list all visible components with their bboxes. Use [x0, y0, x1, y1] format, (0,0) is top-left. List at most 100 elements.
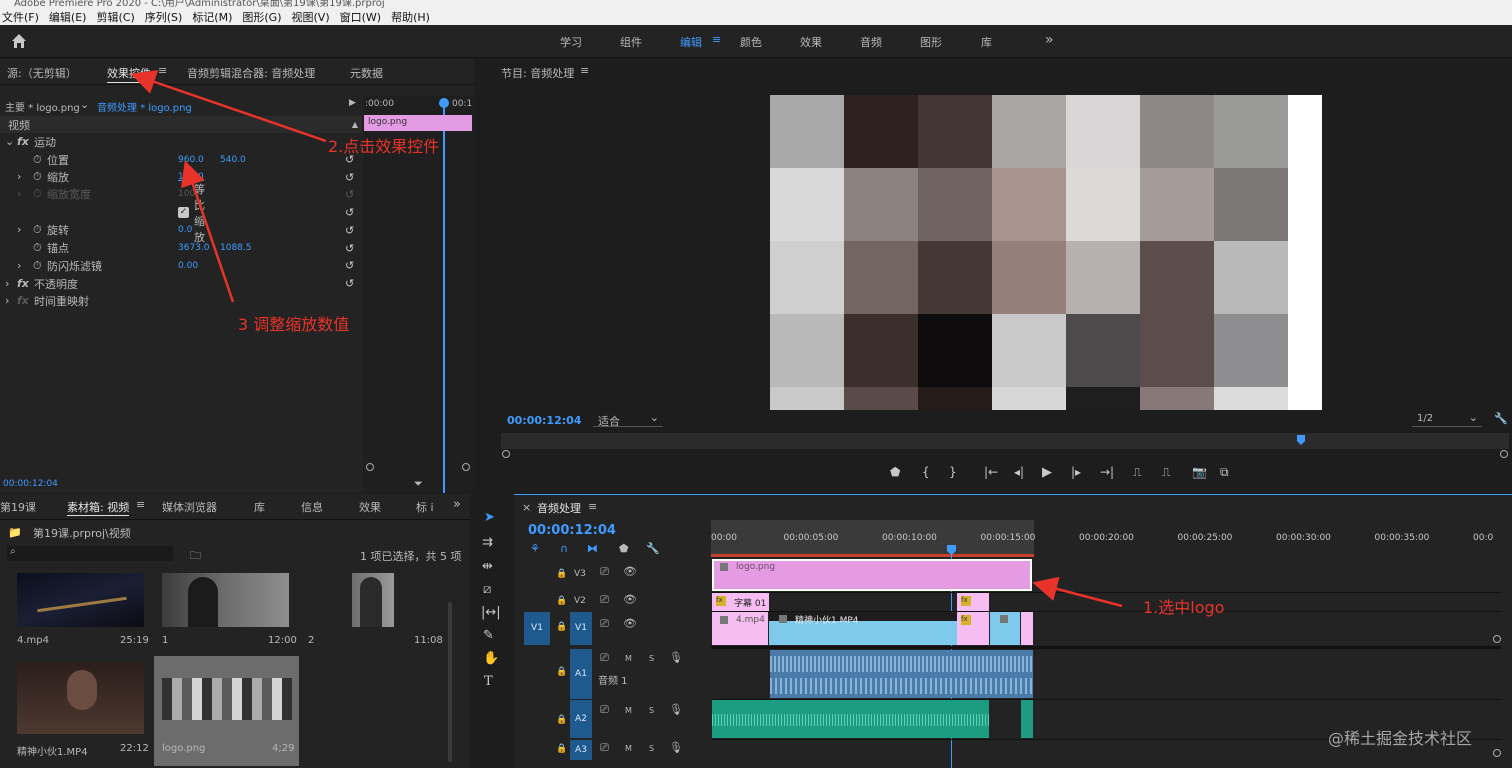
- clip-logo-v3[interactable]: logo.png: [712, 559, 1032, 591]
- clip-audio-a2-tail[interactable]: [1021, 700, 1033, 738]
- tab-info[interactable]: 信息: [301, 499, 323, 515]
- menu-sequence[interactable]: 序列(S): [145, 9, 183, 25]
- menu-clip[interactable]: 剪辑(C): [96, 9, 134, 25]
- quality-dropdown[interactable]: 1/2 ⌄: [1412, 411, 1482, 427]
- media-thumbnail[interactable]: [17, 662, 144, 734]
- timeline-ruler[interactable]: 00:00 00:00:05:00 00:00:10:00 00:00:15:00 00…: [711, 520, 1501, 557]
- mini-playhead[interactable]: [443, 98, 445, 493]
- nest-icon[interactable]: ⚘: [530, 542, 540, 555]
- media-thumbnail[interactable]: [17, 573, 144, 627]
- mute-button[interactable]: M: [625, 706, 632, 715]
- project-scrollbar[interactable]: [448, 602, 452, 762]
- antiflicker-value[interactable]: 0.00: [178, 261, 198, 271]
- track-label[interactable]: V2: [574, 596, 586, 606]
- tab-media-browser[interactable]: 媒体浏览器: [162, 499, 217, 515]
- stopwatch-icon[interactable]: ⏱: [33, 241, 47, 255]
- eye-icon[interactable]: 👁: [623, 593, 637, 606]
- media-thumbnail[interactable]: [162, 573, 289, 627]
- step-forward-icon[interactable]: |▸: [1071, 465, 1081, 479]
- lock-icon[interactable]: 🔒: [556, 744, 567, 754]
- clip-fx-v1[interactable]: fx: [957, 612, 989, 645]
- clip-end-v1[interactable]: [990, 612, 1020, 645]
- selection-tool-icon[interactable]: ➤: [484, 510, 495, 525]
- menu-marker[interactable]: 标记(M): [192, 9, 232, 25]
- timeline-title[interactable]: 音频处理: [537, 500, 581, 516]
- new-bin-icon[interactable]: 🗀: [190, 547, 201, 566]
- scrub-end-handle[interactable]: [1500, 450, 1508, 458]
- stopwatch-icon[interactable]: ⏱: [33, 223, 47, 237]
- workspace-graphics[interactable]: 图形: [920, 34, 942, 50]
- microphone-icon[interactable]: 🎙: [669, 703, 683, 716]
- go-to-in-icon[interactable]: |←: [984, 465, 998, 479]
- film-icon[interactable]: ⎚: [600, 703, 609, 717]
- hand-tool-icon[interactable]: ✋: [483, 651, 499, 666]
- eye-icon[interactable]: 👁: [623, 565, 637, 578]
- reset-icon[interactable]: ↺: [345, 275, 357, 293]
- workspace-learn[interactable]: 学习: [560, 34, 582, 50]
- close-icon[interactable]: ×: [522, 501, 531, 514]
- snap-icon[interactable]: ∩: [560, 542, 568, 555]
- track-label[interactable]: A3: [570, 740, 592, 760]
- fx-icon[interactable]: fx: [17, 135, 34, 148]
- tab-effects[interactable]: 效果: [359, 499, 381, 515]
- solo-button[interactable]: S: [649, 706, 654, 715]
- step-back-icon[interactable]: ◂|: [1014, 465, 1024, 479]
- reset-icon[interactable]: ↺: [345, 222, 357, 240]
- tab-menu-icon[interactable]: ≡: [158, 64, 167, 77]
- lock-icon[interactable]: 🔒: [556, 569, 567, 579]
- workspace-editing[interactable]: 编辑: [680, 34, 702, 50]
- expand-chevron-icon[interactable]: ⌄: [5, 135, 17, 148]
- microphone-icon[interactable]: 🎙: [669, 741, 683, 754]
- go-to-out-icon[interactable]: →|: [1100, 465, 1114, 479]
- workspace-audio[interactable]: 音频: [860, 34, 882, 50]
- type-tool-icon[interactable]: T: [484, 674, 493, 689]
- project-search-input[interactable]: ⌕: [7, 546, 173, 561]
- position-x-value[interactable]: 960.0: [178, 155, 204, 165]
- zoom-slider-handle[interactable]: [366, 463, 374, 471]
- program-monitor-title[interactable]: 节目: 音频处理: [501, 65, 574, 81]
- pen-tool-icon[interactable]: ✎: [483, 628, 494, 643]
- workspace-menu-icon[interactable]: ≡: [712, 33, 721, 46]
- workspace-effects[interactable]: 效果: [800, 34, 822, 50]
- stopwatch-icon[interactable]: ⏱: [33, 170, 47, 184]
- tab-markers[interactable]: 标 i: [416, 499, 434, 515]
- track-select-tool-icon[interactable]: ⇉: [482, 535, 493, 550]
- expand-chevron-icon[interactable]: ›: [5, 294, 17, 307]
- panel-menu-icon[interactable]: ≡: [136, 498, 145, 511]
- clip-graphic-v2[interactable]: fx: [957, 593, 989, 611]
- expand-chevron-icon[interactable]: ›: [17, 259, 33, 272]
- expand-chevron-icon[interactable]: ›: [17, 223, 33, 236]
- workspace-color[interactable]: 颜色: [740, 34, 762, 50]
- lift-icon[interactable]: ⎍: [1133, 465, 1141, 480]
- mute-button[interactable]: M: [625, 654, 632, 663]
- track-label[interactable]: A2: [570, 700, 592, 738]
- compare-icon[interactable]: ⧉: [1220, 465, 1229, 480]
- effect-controls-timecode[interactable]: 00:00:12:04: [3, 479, 58, 489]
- timeline-timecode[interactable]: 00:00:12:04: [528, 523, 616, 538]
- clip-subtitle-v2[interactable]: fx 字幕 01: [712, 593, 769, 611]
- clip-audio-a2[interactable]: [712, 700, 989, 738]
- mute-button[interactable]: M: [625, 744, 632, 753]
- timeline-scroll-handle[interactable]: [1493, 749, 1501, 757]
- tab-metadata[interactable]: 元数据: [350, 65, 383, 81]
- play-triangle-icon[interactable]: ▶: [349, 98, 356, 108]
- reset-icon[interactable]: ↺: [345, 186, 357, 204]
- menu-help[interactable]: 帮助(H): [391, 9, 430, 25]
- clip-audio-a1[interactable]: [770, 650, 1033, 698]
- clip-4mp4-v1[interactable]: 4.mp4: [712, 612, 768, 645]
- clip-dark-v1[interactable]: 精神小伙1.MP4: [769, 612, 957, 645]
- stopwatch-icon[interactable]: ⏱: [33, 153, 47, 167]
- more-tabs-icon[interactable]: »: [453, 497, 461, 512]
- workspace-more-button[interactable]: »: [1045, 32, 1054, 48]
- stopwatch-icon[interactable]: ⏱: [33, 259, 47, 273]
- reset-icon[interactable]: ↺: [345, 169, 357, 187]
- program-scrub-bar[interactable]: [501, 433, 1509, 449]
- workspace-assembly[interactable]: 组件: [620, 34, 642, 50]
- chevron-down-icon[interactable]: ⌄: [80, 98, 89, 111]
- menu-view[interactable]: 视图(V): [292, 9, 330, 25]
- expand-chevron-icon[interactable]: ›: [17, 170, 33, 183]
- wrench-icon[interactable]: 🔧: [646, 542, 660, 555]
- add-marker-icon[interactable]: ⬟: [619, 542, 629, 555]
- program-playhead[interactable]: [1297, 435, 1305, 445]
- play-icon[interactable]: ▶: [1042, 465, 1052, 480]
